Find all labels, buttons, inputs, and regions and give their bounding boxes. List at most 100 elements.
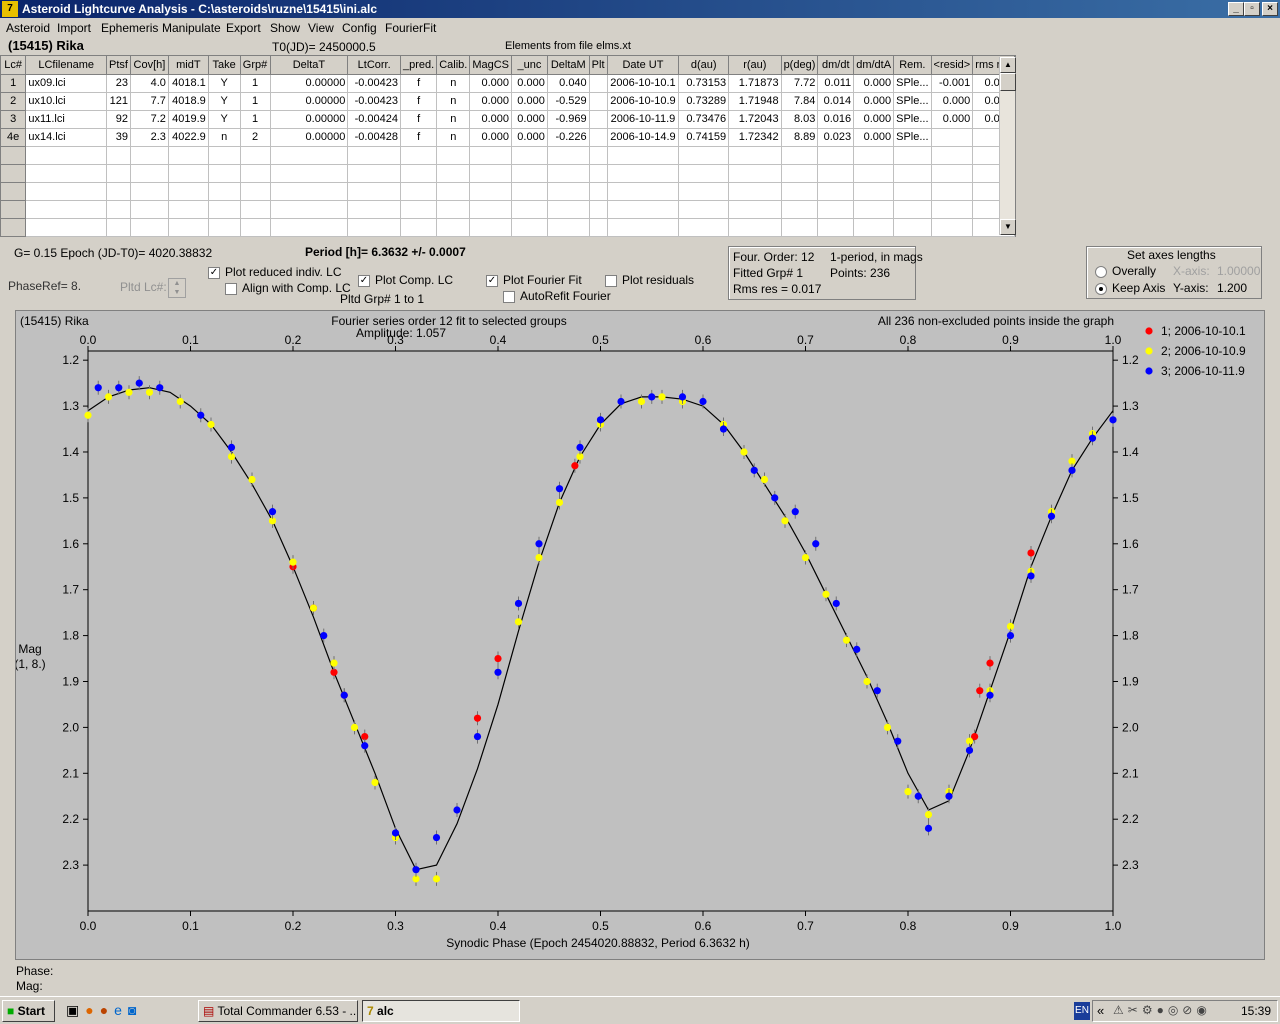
table-cell[interactable] bbox=[347, 164, 402, 183]
table-cell[interactable] bbox=[25, 218, 107, 237]
table-cell[interactable]: 23 bbox=[106, 74, 131, 93]
lightcurve-grid[interactable]: Lc# LCfilename Ptsf Cov[h] midT Take Grp# Delta… bbox=[0, 55, 1016, 237]
column-header[interactable]: Rem. bbox=[893, 56, 932, 75]
table-cell[interactable] bbox=[106, 218, 131, 237]
table-cell[interactable]: -0.969 bbox=[547, 110, 590, 129]
table-cell[interactable] bbox=[931, 164, 974, 183]
table-cell[interactable] bbox=[240, 182, 271, 201]
close-button[interactable]: × bbox=[1262, 2, 1278, 16]
table-cell[interactable] bbox=[678, 146, 730, 165]
overally-radio[interactable]: Overally bbox=[1095, 264, 1156, 278]
table-cell[interactable]: n bbox=[436, 92, 471, 111]
table-cell[interactable] bbox=[589, 128, 608, 147]
table-cell[interactable]: 0.73153 bbox=[678, 74, 730, 93]
column-header[interactable]: Cov[h] bbox=[130, 56, 169, 75]
table-cell[interactable] bbox=[589, 74, 608, 93]
table-cell[interactable] bbox=[130, 218, 169, 237]
maximize-button[interactable]: ▫ bbox=[1244, 2, 1260, 16]
language-indicator[interactable]: EN bbox=[1074, 1002, 1090, 1020]
table-cell[interactable] bbox=[130, 200, 169, 219]
empty-row[interactable] bbox=[1, 200, 1015, 219]
table-cell[interactable]: 0.000 bbox=[511, 128, 548, 147]
column-header[interactable]: Take bbox=[208, 56, 241, 75]
table-cell[interactable] bbox=[589, 182, 608, 201]
table-cell[interactable] bbox=[436, 182, 471, 201]
table-cell[interactable]: 8.89 bbox=[781, 128, 819, 147]
table-cell[interactable]: 0.000 bbox=[511, 74, 548, 93]
table-cell[interactable] bbox=[511, 182, 548, 201]
table-cell[interactable] bbox=[400, 218, 438, 237]
table-cell[interactable] bbox=[240, 218, 271, 237]
table-cell[interactable] bbox=[893, 182, 932, 201]
table-cell[interactable] bbox=[931, 218, 974, 237]
table-cell[interactable] bbox=[347, 200, 402, 219]
table-row[interactable]: 4e ux14.lci 39 2.3 4022.9 n 2 0.00000 -0.00428 f n… bbox=[1, 128, 1015, 147]
table-cell[interactable]: ux09.lci bbox=[25, 74, 107, 93]
table-cell[interactable]: f bbox=[400, 110, 438, 129]
table-cell[interactable]: n bbox=[436, 128, 471, 147]
table-cell[interactable] bbox=[168, 182, 209, 201]
column-header[interactable]: d(au) bbox=[678, 56, 730, 75]
table-cell[interactable]: 1 bbox=[240, 74, 271, 93]
menu-export[interactable]: Export bbox=[226, 21, 261, 35]
table-cell[interactable] bbox=[817, 218, 855, 237]
scroll-thumb[interactable] bbox=[1000, 73, 1016, 91]
table-cell[interactable] bbox=[931, 182, 974, 201]
column-header[interactable]: dm/dt bbox=[817, 56, 855, 75]
table-cell[interactable]: -0.001 bbox=[931, 74, 974, 93]
scroll-down-icon[interactable]: ▼ bbox=[1000, 219, 1016, 235]
table-cell[interactable] bbox=[853, 200, 895, 219]
plot-fourier-checkbox[interactable]: ✓ Plot Fourier Fit bbox=[486, 273, 582, 287]
yaxis-value[interactable]: 1.200 bbox=[1217, 281, 1247, 295]
table-cell[interactable] bbox=[931, 146, 974, 165]
table-cell[interactable]: 0.74159 bbox=[678, 128, 730, 147]
row-header[interactable] bbox=[1, 164, 27, 183]
table-cell[interactable] bbox=[511, 164, 548, 183]
column-header[interactable]: LtCorr. bbox=[347, 56, 402, 75]
table-cell[interactable]: n bbox=[436, 110, 471, 129]
table-cell[interactable] bbox=[208, 146, 241, 165]
column-header[interactable]: DeltaM bbox=[547, 56, 590, 75]
table-cell[interactable]: Y bbox=[208, 74, 241, 93]
title-bar[interactable]: 7 Asteroid Lightcurve Analysis - C:\aste… bbox=[0, 0, 1280, 18]
table-cell[interactable] bbox=[931, 128, 974, 147]
menu-ephemeris[interactable]: Ephemeris bbox=[101, 21, 158, 35]
table-cell[interactable]: ux14.lci bbox=[25, 128, 107, 147]
column-header[interactable]: Ptsf bbox=[106, 56, 131, 75]
table-cell[interactable] bbox=[240, 146, 271, 165]
table-cell[interactable]: 1 bbox=[240, 92, 271, 111]
column-header[interactable]: DeltaT bbox=[270, 56, 349, 75]
table-cell[interactable]: 121 bbox=[106, 92, 131, 111]
table-cell[interactable]: 0.00000 bbox=[270, 92, 349, 111]
table-cell[interactable] bbox=[469, 164, 513, 183]
table-cell[interactable] bbox=[400, 164, 438, 183]
column-header[interactable]: Grp# bbox=[240, 56, 271, 75]
table-cell[interactable] bbox=[547, 200, 590, 219]
table-cell[interactable]: 2006-10-14.9 bbox=[607, 128, 680, 147]
table-cell[interactable] bbox=[607, 218, 680, 237]
row-header[interactable] bbox=[1, 218, 27, 237]
table-cell[interactable] bbox=[436, 146, 471, 165]
xaxis-value[interactable]: 1.00000 bbox=[1217, 264, 1260, 278]
table-cell[interactable] bbox=[781, 146, 819, 165]
table-cell[interactable]: f bbox=[400, 92, 438, 111]
table-cell[interactable] bbox=[469, 200, 513, 219]
table-cell[interactable] bbox=[270, 182, 349, 201]
table-cell[interactable]: 0.00000 bbox=[270, 128, 349, 147]
table-cell[interactable] bbox=[25, 164, 107, 183]
table-cell[interactable] bbox=[931, 200, 974, 219]
table-cell[interactable] bbox=[547, 164, 590, 183]
table-cell[interactable]: SPle... bbox=[893, 92, 932, 111]
table-cell[interactable] bbox=[106, 146, 131, 165]
table-cell[interactable] bbox=[130, 164, 169, 183]
scroll-up-icon[interactable]: ▲ bbox=[1000, 57, 1016, 73]
table-cell[interactable] bbox=[436, 218, 471, 237]
table-cell[interactable]: Y bbox=[208, 92, 241, 111]
table-cell[interactable] bbox=[589, 92, 608, 111]
table-cell[interactable] bbox=[893, 164, 932, 183]
table-cell[interactable]: 0.000 bbox=[853, 92, 895, 111]
table-cell[interactable] bbox=[607, 146, 680, 165]
table-cell[interactable]: 4022.9 bbox=[168, 128, 209, 147]
table-cell[interactable] bbox=[400, 182, 438, 201]
table-cell[interactable] bbox=[678, 218, 730, 237]
